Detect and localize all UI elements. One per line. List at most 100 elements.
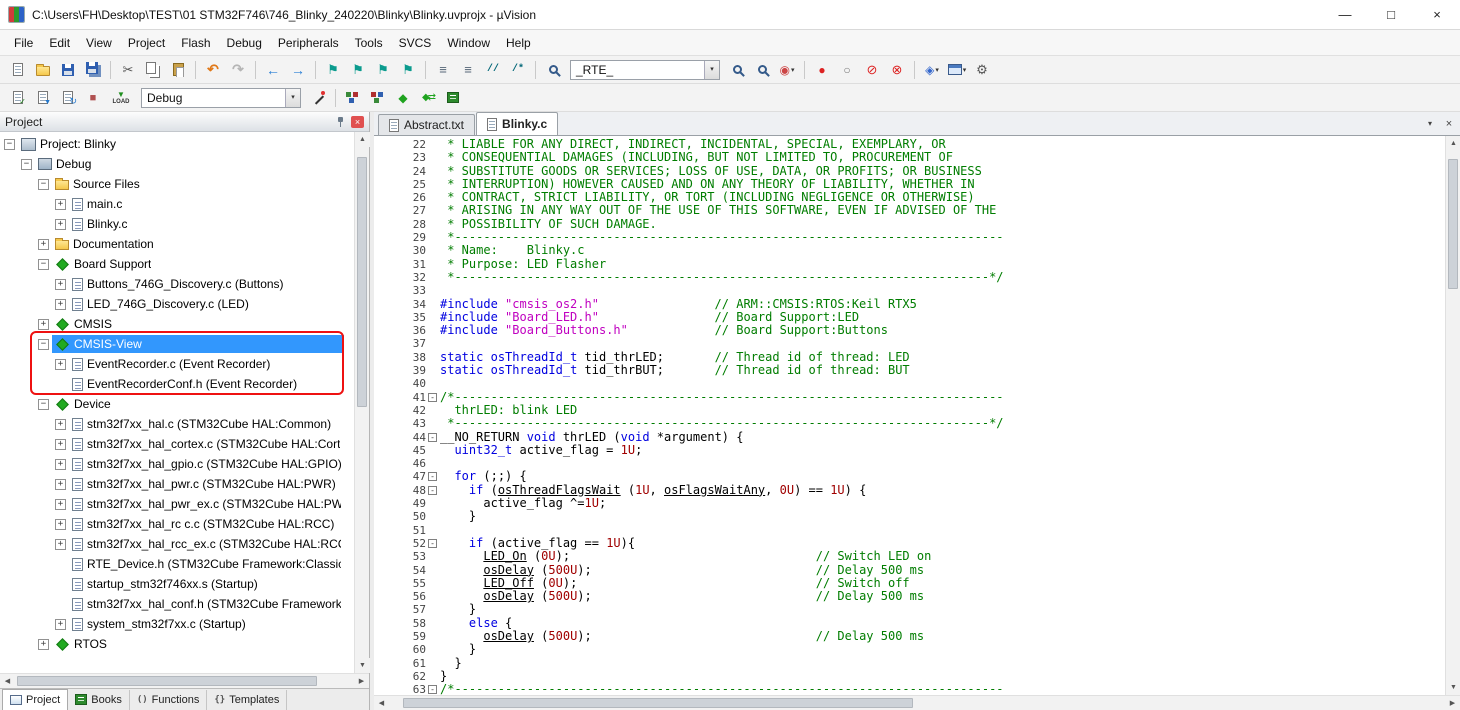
expand-icon[interactable]: +	[55, 479, 66, 490]
select-software-packs-button[interactable]	[366, 87, 390, 109]
navigate-forward-button[interactable]: →	[286, 59, 310, 81]
copy-button[interactable]	[141, 59, 165, 81]
fold-toggle[interactable]: -	[428, 539, 437, 548]
rebuild-all-button[interactable]	[56, 87, 80, 109]
tree-item[interactable]: +RTOS	[0, 634, 354, 654]
scrollbar-track[interactable]	[389, 696, 1445, 710]
scroll-down-icon[interactable]: ▼	[1446, 680, 1460, 695]
menu-edit[interactable]: Edit	[41, 30, 78, 55]
collapse-icon[interactable]: −	[21, 159, 32, 170]
download-button[interactable]: ▼LOAD	[106, 87, 136, 109]
scroll-thumb[interactable]	[17, 676, 317, 686]
tree-item[interactable]: +Buttons_746G_Discovery.c (Buttons)	[0, 274, 354, 294]
enable-breakpoint-button[interactable]: ○	[835, 59, 859, 81]
collapse-icon[interactable]: −	[4, 139, 15, 150]
tree-item[interactable]: −Source Files	[0, 174, 354, 194]
options-for-target-button[interactable]	[306, 87, 330, 109]
tree-item[interactable]: +EventRecorder.c (Event Recorder)	[0, 354, 354, 374]
expand-icon[interactable]: +	[55, 299, 66, 310]
scroll-left-icon[interactable]: ◀	[374, 696, 389, 710]
menu-file[interactable]: File	[6, 30, 41, 55]
panel-tab-books[interactable]: Books	[68, 690, 130, 710]
menu-peripherals[interactable]: Peripherals	[270, 30, 347, 55]
translate-file-button[interactable]	[6, 87, 30, 109]
menu-help[interactable]: Help	[498, 30, 539, 55]
maximize-button[interactable]: □	[1368, 0, 1414, 30]
paste-button[interactable]	[166, 59, 190, 81]
panel-close-icon[interactable]: ×	[351, 116, 364, 128]
tree-item[interactable]: +stm32f7xx_hal_pwr_ex.c (STM32Cube HAL:P…	[0, 494, 354, 514]
comment-button[interactable]: //	[481, 59, 505, 81]
collapse-icon[interactable]: −	[38, 259, 49, 270]
collapse-icon[interactable]: −	[38, 179, 49, 190]
books-window-button[interactable]	[441, 87, 465, 109]
scroll-left-icon[interactable]: ◀	[0, 674, 15, 689]
insert-breakpoint-button[interactable]: ●	[810, 59, 834, 81]
window-layout-button[interactable]: ▾	[945, 59, 969, 81]
tree-item[interactable]: +Documentation	[0, 234, 354, 254]
toggle-bookmark-button[interactable]: ⚑	[321, 59, 345, 81]
navigate-back-button[interactable]: ←	[261, 59, 285, 81]
search-options-button[interactable]: ◉▾	[775, 59, 799, 81]
fold-toggle[interactable]: -	[428, 685, 437, 694]
tree-item[interactable]: +Blinky.c	[0, 214, 354, 234]
expand-icon[interactable]: +	[38, 239, 49, 250]
tree-item[interactable]: −Device	[0, 394, 354, 414]
tab-blinky-c[interactable]: Blinky.c	[476, 112, 558, 135]
tree-item[interactable]: EventRecorderConf.h (Event Recorder)	[0, 374, 354, 394]
save-button[interactable]	[56, 59, 80, 81]
manage-rte-button[interactable]: ◆	[391, 87, 415, 109]
menu-window[interactable]: Window	[439, 30, 498, 55]
expand-icon[interactable]: +	[55, 439, 66, 450]
uncomment-button[interactable]: /*	[506, 59, 530, 81]
tree-item[interactable]: −Project: Blinky	[0, 134, 354, 154]
search-combobox[interactable]: _RTE_▾	[570, 60, 720, 80]
panel-tab-templates[interactable]: {}Templates	[207, 690, 287, 710]
expand-icon[interactable]: +	[55, 359, 66, 370]
tree-item[interactable]: startup_stm32f746xx.s (Startup)	[0, 574, 354, 594]
expand-icon[interactable]: +	[55, 419, 66, 430]
scroll-thumb[interactable]	[357, 157, 367, 407]
pin-icon[interactable]	[336, 116, 345, 128]
tree-item[interactable]: −Debug	[0, 154, 354, 174]
expand-icon[interactable]: +	[55, 519, 66, 530]
menu-view[interactable]: View	[78, 30, 120, 55]
open-file-button[interactable]	[31, 59, 55, 81]
tab-abstract-txt[interactable]: Abstract.txt	[378, 114, 475, 135]
tree-item[interactable]: +stm32f7xx_hal.c (STM32Cube HAL:Common)	[0, 414, 354, 434]
build-button[interactable]	[31, 87, 55, 109]
scroll-thumb[interactable]	[1448, 159, 1458, 289]
scroll-thumb[interactable]	[403, 698, 913, 708]
fold-toggle[interactable]: -	[428, 486, 437, 495]
tree-item[interactable]: +CMSIS	[0, 314, 354, 334]
fold-toggle[interactable]: -	[428, 393, 437, 402]
expand-icon[interactable]: +	[55, 219, 66, 230]
menu-debug[interactable]: Debug	[219, 30, 270, 55]
scroll-right-icon[interactable]: ▶	[1445, 696, 1460, 710]
code-area[interactable]: 22 * LIABLE FOR ANY DIRECT, INDIRECT, IN…	[374, 136, 1445, 695]
tree-item[interactable]: +stm32f7xx_hal_gpio.c (STM32Cube HAL:GPI…	[0, 454, 354, 474]
expand-icon[interactable]: +	[55, 279, 66, 290]
expand-icon[interactable]: +	[55, 199, 66, 210]
tab-list-dropdown-icon[interactable]: ▾	[1422, 116, 1438, 132]
expand-icon[interactable]: +	[55, 539, 66, 550]
fold-toggle[interactable]: -	[428, 472, 437, 481]
panel-tab-functions[interactable]: ()Functions	[130, 690, 208, 710]
scroll-down-icon[interactable]: ▼	[355, 658, 370, 673]
save-all-button[interactable]	[81, 59, 105, 81]
cut-button[interactable]: ✂	[116, 59, 140, 81]
close-button[interactable]: ×	[1414, 0, 1460, 30]
menu-project[interactable]: Project	[120, 30, 173, 55]
scroll-right-icon[interactable]: ▶	[354, 674, 369, 689]
tree-item[interactable]: +main.c	[0, 194, 354, 214]
project-tree-vscrollbar[interactable]: ▲ ▼	[354, 132, 369, 673]
prev-bookmark-button[interactable]: ⚑	[346, 59, 370, 81]
scrollbar-track[interactable]	[15, 674, 354, 688]
minimize-button[interactable]: —	[1322, 0, 1368, 30]
manage-project-items-button[interactable]	[341, 87, 365, 109]
editor-vscrollbar[interactable]: ▲ ▼	[1445, 136, 1460, 695]
menu-flash[interactable]: Flash	[173, 30, 218, 55]
new-file-button[interactable]	[6, 59, 30, 81]
pack-installer-button[interactable]: ◆⇄	[416, 87, 440, 109]
chevron-down-icon[interactable]: ▾	[704, 61, 719, 79]
